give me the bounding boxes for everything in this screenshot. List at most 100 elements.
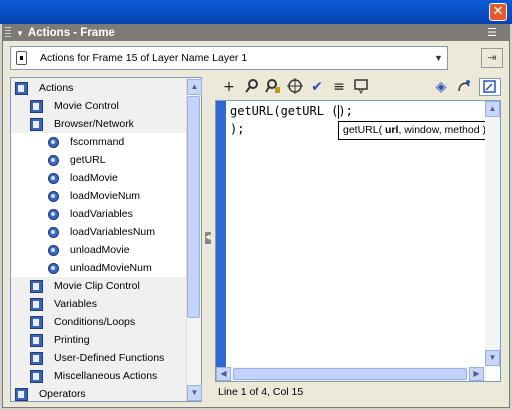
tooltip-suffix: , window, method );	[398, 124, 489, 136]
toolbox-item-label: Miscellaneous Actions	[54, 370, 158, 382]
toolbox-item-label: unloadMovie	[70, 244, 130, 256]
view-options-icon	[483, 80, 496, 93]
scroll-down-button[interactable]: ▼	[187, 385, 202, 401]
action-icon	[48, 227, 59, 238]
toolbox-item-label: unloadMovieNum	[70, 262, 152, 274]
action-icon	[48, 245, 59, 256]
replace-button[interactable]	[264, 78, 282, 96]
code-hint-tooltip: getURL( url, window, method );	[338, 121, 498, 140]
editor-scroll-up-button[interactable]: ▲	[485, 101, 500, 117]
toolbox-item[interactable]: Movie Control	[11, 97, 187, 115]
toolbox-item[interactable]: Variables	[11, 295, 187, 313]
editor-scroll-down-button[interactable]: ▼	[485, 350, 500, 366]
editor-hscroll-thumb[interactable]	[233, 368, 467, 380]
toolbox-item-label: Browser/Network	[54, 118, 134, 130]
editor-scroll-left-button[interactable]: ◀	[216, 367, 231, 381]
status-bar: Line 1 of 4, Col 15	[218, 386, 304, 398]
toolbox-item-label: getURL	[70, 154, 106, 166]
tooltip-active-param: url	[385, 124, 399, 136]
toolbox-item[interactable]: Miscellaneous Actions	[11, 367, 187, 385]
book-icon	[30, 370, 43, 383]
scroll-up-button[interactable]: ▲	[187, 79, 202, 95]
book-icon	[30, 280, 43, 293]
book-icon	[30, 352, 43, 365]
show-code-hint-button[interactable]	[352, 78, 370, 96]
editor-vertical-scrollbar[interactable]	[485, 101, 500, 367]
pin-script-button[interactable]: ⇥	[481, 48, 503, 68]
find-icon	[245, 79, 258, 93]
editor-gutter	[216, 101, 226, 367]
code-line-1[interactable]: getURL(getURL ();	[230, 104, 353, 118]
toolbox-item-label: loadVariables	[70, 208, 133, 220]
action-icon	[48, 263, 59, 274]
toolbox-item-label: Movie Clip Control	[54, 280, 140, 292]
toolbox-item[interactable]: loadVariables	[11, 205, 187, 223]
book-icon	[30, 334, 43, 347]
toolbox-item[interactable]: loadMovieNum	[11, 187, 187, 205]
code-line-2[interactable]: );	[230, 122, 244, 136]
book-icon	[15, 82, 28, 95]
action-icon	[48, 209, 59, 220]
check-syntax-button[interactable]: ✔	[308, 78, 326, 96]
action-icon	[48, 173, 59, 184]
toolbox-item-label: Variables	[54, 298, 97, 310]
reference-button[interactable]	[455, 78, 473, 96]
text-cursor	[338, 105, 339, 119]
collapse-toolbox-icon[interactable]: ◀	[205, 232, 211, 244]
toolbox-item[interactable]: Movie Clip Control	[11, 277, 187, 295]
toolbox-item[interactable]: unloadMovie	[11, 241, 187, 259]
window-title-bar	[0, 0, 512, 24]
frame-icon	[16, 51, 27, 65]
toolbox-item-label: Movie Control	[54, 100, 119, 112]
close-button[interactable]: ✕	[489, 3, 507, 21]
target-icon	[287, 78, 303, 94]
script-editor[interactable]	[215, 100, 501, 382]
auto-format-button[interactable]: ≡	[330, 78, 348, 96]
toolbox-item[interactable]: Conditions/Loops	[11, 313, 187, 331]
toolbox-item-label: Operators	[39, 388, 86, 400]
toolbox-item-label: Conditions/Loops	[54, 316, 136, 328]
chevron-down-icon[interactable]: ▼	[430, 47, 447, 69]
toolbox-item[interactable]: getURL	[11, 151, 187, 169]
find-button[interactable]	[243, 78, 261, 96]
toolbox-item-label: Actions	[39, 82, 74, 94]
action-icon	[48, 155, 59, 166]
book-open-icon	[30, 118, 43, 131]
editor-scroll-right-button[interactable]: ▶	[469, 367, 484, 381]
toolbox-item[interactable]: User-Defined Functions	[11, 349, 187, 367]
book-icon	[30, 100, 43, 113]
add-item-button[interactable]: +	[220, 78, 238, 96]
collapse-arrow-icon[interactable]: ▼	[16, 29, 24, 38]
debug-options-button[interactable]: ◈	[432, 78, 450, 96]
action-icon	[48, 137, 59, 148]
drag-grip-icon[interactable]	[5, 27, 11, 39]
toolbox-item[interactable]: Browser/Network	[11, 115, 187, 133]
toolbox-item[interactable]: Printing	[11, 331, 187, 349]
toolbox-scroll-thumb[interactable]	[187, 96, 200, 318]
reference-icon	[458, 80, 470, 92]
toolbox-item-label: loadMovieNum	[70, 190, 141, 202]
toolbox-item[interactable]: Actions	[11, 79, 187, 97]
panel-title: ▼ Actions - Frame	[16, 25, 115, 41]
toolbox-item-label: loadMovie	[70, 172, 118, 184]
toolbox-item-label: Printing	[54, 334, 90, 346]
toolbox-item[interactable]: Operators	[11, 385, 187, 401]
code-hint-icon	[354, 79, 368, 95]
tooltip-prefix: getURL(	[343, 124, 386, 136]
insert-target-path-button[interactable]	[286, 78, 304, 96]
action-icon	[48, 191, 59, 202]
book-icon	[15, 388, 28, 401]
view-options-button[interactable]	[479, 78, 501, 96]
toolbox-item[interactable]: loadMovie	[11, 169, 187, 187]
toolbox-item-label: fscommand	[70, 136, 125, 148]
toolbox-item-label: User-Defined Functions	[54, 352, 165, 364]
toolbox-item[interactable]: loadVariablesNum	[11, 223, 187, 241]
replace-icon	[265, 79, 280, 93]
toolbox-item[interactable]: fscommand	[11, 133, 187, 151]
script-target-label: Actions for Frame 15 of Layer Name Layer…	[40, 52, 248, 64]
options-menu-icon[interactable]: ☰	[487, 27, 503, 39]
book-icon	[30, 298, 43, 311]
book-icon	[30, 316, 43, 329]
toolbox-item[interactable]: unloadMovieNum	[11, 259, 187, 277]
actions-toolbox[interactable]: Actions Movie Control Browser/Network fscom…	[10, 77, 202, 402]
